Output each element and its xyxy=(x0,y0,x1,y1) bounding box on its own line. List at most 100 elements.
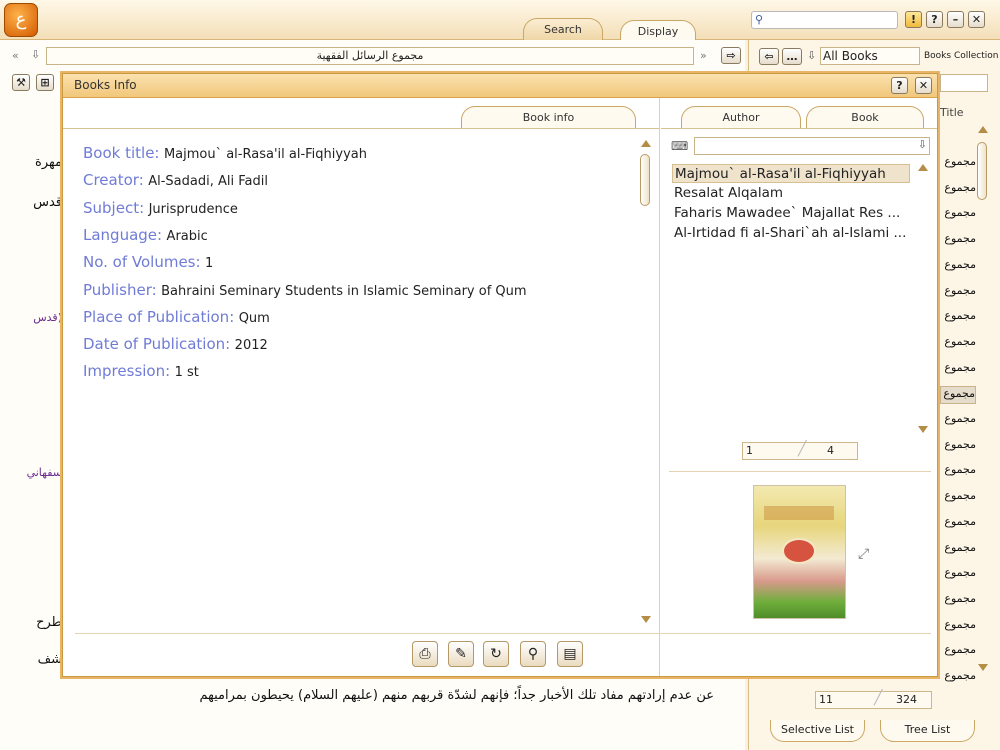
book-title-list-item[interactable]: مجموع xyxy=(940,361,976,379)
book-title-list-item[interactable]: مجموع xyxy=(940,592,976,610)
book-title-list-item[interactable]: مجموع xyxy=(940,515,976,533)
down-arrow-icon[interactable]: ⇩ xyxy=(918,138,927,151)
text-fragment: (قدس xyxy=(33,311,62,324)
book-cover-image xyxy=(753,485,846,619)
search-book-icon[interactable]: ⚲ xyxy=(520,641,546,667)
dialog-help-button[interactable]: ? xyxy=(891,77,908,94)
book-title-list-item[interactable]: مجموع xyxy=(940,489,976,507)
field-label: Creator: xyxy=(83,171,144,190)
book-title-list-item[interactable]: مجموع xyxy=(940,181,976,199)
book-title-list-item[interactable]: مجموع xyxy=(940,618,976,636)
title-column-header: Title xyxy=(940,106,964,119)
global-search-input[interactable]: ⚲ xyxy=(751,11,898,29)
all-books-select[interactable]: All Books xyxy=(820,47,920,65)
tab-tree-list[interactable]: Tree List xyxy=(880,720,975,742)
field-value: Arabic xyxy=(166,228,208,244)
info-scrollbar[interactable] xyxy=(639,140,653,624)
field-label: Place of Publication: xyxy=(83,307,235,326)
text-line: عن عدم إرادتهم مفاد تلك الأخبار جداً؛ فإ… xyxy=(199,688,714,703)
book-title-list-item[interactable]: مجموع xyxy=(940,335,976,353)
down-arrow-icon[interactable]: ⇩ xyxy=(807,49,816,62)
tab-search[interactable]: Search xyxy=(523,18,603,40)
book-info-pane: Book info Book title: Majmou` al-Rasa'il… xyxy=(63,98,660,676)
close-button[interactable]: ✕ xyxy=(968,11,985,28)
book-title-list-item[interactable]: مجموع xyxy=(940,438,976,456)
book-filter-input[interactable]: ⇩ xyxy=(694,137,930,155)
book-info-field: Subject: Jurisprudence xyxy=(83,199,238,217)
prev-prev-icon[interactable]: « xyxy=(12,49,19,62)
field-value: 2012 xyxy=(234,338,268,354)
field-label: Language: xyxy=(83,225,163,244)
field-value: 1 xyxy=(205,256,214,272)
book-title-list-item[interactable]: مجموع xyxy=(940,566,976,584)
refresh-icon[interactable]: ↻ xyxy=(483,641,509,667)
book-title-list-item[interactable]: مجموع xyxy=(940,206,976,224)
dialog-title: Books Info xyxy=(74,78,137,92)
panel-filter-input[interactable] xyxy=(940,74,988,92)
print-icon[interactable]: ⎙ xyxy=(412,641,438,667)
more-icon[interactable]: … xyxy=(782,48,802,65)
book-title-list-item[interactable]: مجموع xyxy=(940,284,976,302)
field-value: Qum xyxy=(238,310,270,326)
field-label: Publisher: xyxy=(83,280,157,299)
book-title-list-item[interactable]: مجموع xyxy=(940,643,976,661)
field-label: Book title: xyxy=(83,144,160,162)
field-value: 1 st xyxy=(174,365,199,381)
book-title-list-item[interactable]: مجموع xyxy=(940,669,976,687)
pager-current[interactable]: 1 xyxy=(746,443,753,459)
next-next-icon[interactable]: » xyxy=(700,49,707,62)
right-list-scrollbar[interactable] xyxy=(976,126,990,671)
book-title-list-item[interactable]: مجموع xyxy=(940,386,976,405)
pager-current[interactable]: 11 xyxy=(819,692,833,708)
book-list-scrollbar[interactable] xyxy=(916,164,930,434)
back-arrow-icon[interactable]: ⇦ xyxy=(759,48,779,65)
field-value: Majmou` al-Rasa'il al-Fiqhiyyah xyxy=(163,147,367,162)
field-label: Subject: xyxy=(83,198,145,217)
book-title-list-item[interactable]: مجموع xyxy=(940,541,976,559)
help-button[interactable]: ? xyxy=(926,11,943,28)
dialog-close-button[interactable]: ✕ xyxy=(915,77,932,94)
tab-book-info[interactable]: Book info xyxy=(461,106,636,128)
books-collection-label[interactable]: Books Collection xyxy=(924,51,998,61)
book-list-item[interactable]: Resalat Alqalam xyxy=(672,184,912,203)
book-title-list-item[interactable]: مجموع xyxy=(940,232,976,250)
forward-arrow-icon[interactable]: ⇨ xyxy=(721,47,741,64)
tab-book[interactable]: Book xyxy=(806,106,924,128)
book-list-pager[interactable]: 1 ╱ 4 xyxy=(742,441,858,460)
down-arrow-icon[interactable]: ⇩ xyxy=(31,48,40,61)
minimize-button[interactable]: – xyxy=(947,11,964,28)
app-logo-icon[interactable]: ع xyxy=(4,3,38,37)
text-fragment: شف xyxy=(37,652,62,667)
field-label: No. of Volumes: xyxy=(83,253,201,272)
field-value: Al-Sadadi, Ali Fadil xyxy=(148,174,268,190)
tab-selective-list[interactable]: Selective List xyxy=(770,720,865,742)
right-list-pager[interactable]: 11 ╱ 324 xyxy=(815,690,932,709)
tab-author[interactable]: Author xyxy=(681,106,801,128)
book-info-field: Creator: Al-Sadadi, Ali Fadil xyxy=(83,171,268,189)
book-title-list-item[interactable]: مجموع xyxy=(940,463,976,481)
field-value: Jurisprudence xyxy=(148,201,238,217)
text-fragment: قدس xyxy=(33,195,62,210)
tools-icon[interactable]: ⚒ xyxy=(12,74,30,91)
book-title-list-item[interactable]: مجموع xyxy=(940,155,976,173)
expand-icon[interactable]: ⤢ xyxy=(858,546,869,562)
field-label: Date of Publication: xyxy=(83,335,231,354)
book-info-field: Impression: 1 st xyxy=(83,362,199,380)
text-fragment: طرح xyxy=(36,615,62,630)
pager-total: 4 xyxy=(827,444,834,457)
book-list-item[interactable]: Majmou` al-Rasa'il al-Fiqhiyyah xyxy=(672,164,910,183)
dialog-title-bar: Books Info ? ✕ xyxy=(63,74,937,98)
tab-display[interactable]: Display xyxy=(620,20,696,40)
alert-icon[interactable]: ! xyxy=(905,11,922,28)
book-info-field: Date of Publication: 2012 xyxy=(83,335,268,353)
book-list-item[interactable]: Al-Irtidad fi al-Shari`ah al-Islami ... xyxy=(672,224,912,243)
edit-note-icon[interactable]: ✎ xyxy=(448,641,474,667)
book-title-field[interactable]: مجموع الرسائل الفقهية xyxy=(46,47,694,65)
book-list-item[interactable]: Faharis Mawadee` Majallat Res ... xyxy=(672,204,912,223)
document-icon[interactable]: ▤ xyxy=(557,641,583,667)
book-title-list-item[interactable]: مجموع xyxy=(940,309,976,327)
view-toggle-icon[interactable]: ⊞ xyxy=(36,74,54,91)
keyboard-icon[interactable]: ⌨ xyxy=(671,139,688,153)
book-title-list-item[interactable]: مجموع xyxy=(940,412,976,430)
book-title-list-item[interactable]: مجموع xyxy=(940,258,976,276)
